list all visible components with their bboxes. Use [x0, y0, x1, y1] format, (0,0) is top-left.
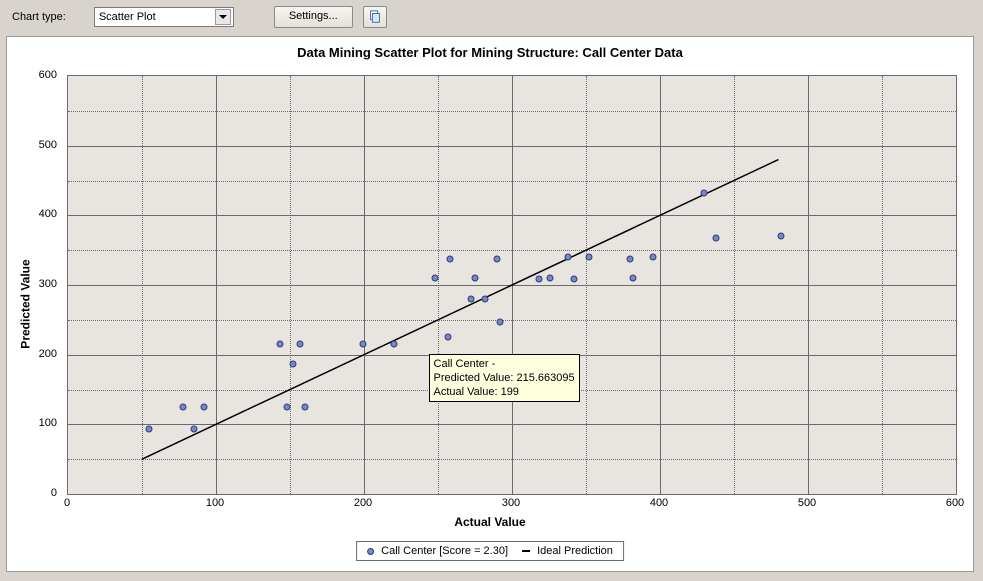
settings-button[interactable]: Settings... [274, 6, 353, 28]
scatter-point[interactable] [713, 234, 720, 241]
toolbar: Chart type: Scatter Plot Settings... [0, 0, 983, 36]
scatter-point[interactable] [190, 425, 197, 432]
chart-frame: Data Mining Scatter Plot for Mining Stru… [6, 36, 974, 572]
y-tick-label: 0 [17, 487, 57, 499]
chart-type-label: Chart type: [12, 11, 66, 23]
scatter-point[interactable] [649, 254, 656, 261]
legend-label-ideal: Ideal Prediction [537, 545, 613, 557]
scatter-point[interactable] [445, 334, 452, 341]
x-tick-label: 400 [650, 497, 668, 509]
x-ticks: 0100200300400500600 [67, 497, 957, 515]
scatter-point[interactable] [201, 403, 208, 410]
chart-title: Data Mining Scatter Plot for Mining Stru… [7, 37, 973, 64]
legend-label-series: Call Center [Score = 2.30] [381, 545, 508, 557]
scatter-point[interactable] [359, 340, 366, 347]
x-tick-label: 100 [206, 497, 224, 509]
line-marker-icon [522, 550, 530, 552]
legend-item-ideal: Ideal Prediction [522, 545, 613, 557]
x-tick-label: 300 [502, 497, 520, 509]
scatter-point[interactable] [472, 275, 479, 282]
scatter-point[interactable] [482, 295, 489, 302]
scatter-point[interactable] [494, 255, 501, 262]
scatter-point[interactable] [565, 254, 572, 261]
copy-icon [368, 10, 382, 24]
y-tick-label: 300 [17, 278, 57, 290]
y-tick-label: 200 [17, 348, 57, 360]
y-tick-label: 600 [17, 69, 57, 81]
legend: Call Center [Score = 2.30] Ideal Predict… [356, 541, 624, 561]
scatter-point[interactable] [467, 295, 474, 302]
x-tick-label: 600 [946, 497, 964, 509]
scatter-point[interactable] [571, 276, 578, 283]
chart-type-value: Scatter Plot [99, 11, 156, 23]
scatter-point[interactable] [446, 255, 453, 262]
chart-tooltip: Call Center - Predicted Value: 215.66309… [429, 354, 580, 402]
y-tick-label: 400 [17, 208, 57, 220]
legend-item-series: Call Center [Score = 2.30] [367, 545, 508, 557]
scatter-point[interactable] [547, 275, 554, 282]
ideal-line [68, 76, 956, 494]
scatter-point[interactable] [284, 403, 291, 410]
y-ticks: 0100200300400500600 [7, 75, 63, 495]
chevron-down-icon [215, 9, 231, 25]
dot-marker-icon [367, 548, 374, 555]
scatter-point[interactable] [627, 255, 634, 262]
x-tick-label: 0 [64, 497, 70, 509]
scatter-point[interactable] [778, 233, 785, 240]
x-axis-label: Actual Value [454, 515, 525, 529]
x-tick-label: 500 [798, 497, 816, 509]
scatter-point[interactable] [276, 341, 283, 348]
scatter-point[interactable] [180, 403, 187, 410]
scatter-point[interactable] [432, 275, 439, 282]
y-tick-label: 100 [17, 417, 57, 429]
scatter-point[interactable] [390, 341, 397, 348]
scatter-point[interactable] [535, 276, 542, 283]
scatter-point[interactable] [301, 403, 308, 410]
chart-type-select[interactable]: Scatter Plot [94, 7, 234, 27]
y-tick-label: 500 [17, 139, 57, 151]
scatter-point[interactable] [585, 254, 592, 261]
scatter-point[interactable] [701, 190, 708, 197]
scatter-point[interactable] [289, 360, 296, 367]
x-tick-label: 200 [354, 497, 372, 509]
plot-area: Call Center - Predicted Value: 215.66309… [67, 75, 957, 495]
scatter-point[interactable] [630, 275, 637, 282]
scatter-point[interactable] [497, 318, 504, 325]
scatter-point[interactable] [297, 341, 304, 348]
scatter-point[interactable] [146, 425, 153, 432]
copy-button[interactable] [363, 6, 387, 28]
